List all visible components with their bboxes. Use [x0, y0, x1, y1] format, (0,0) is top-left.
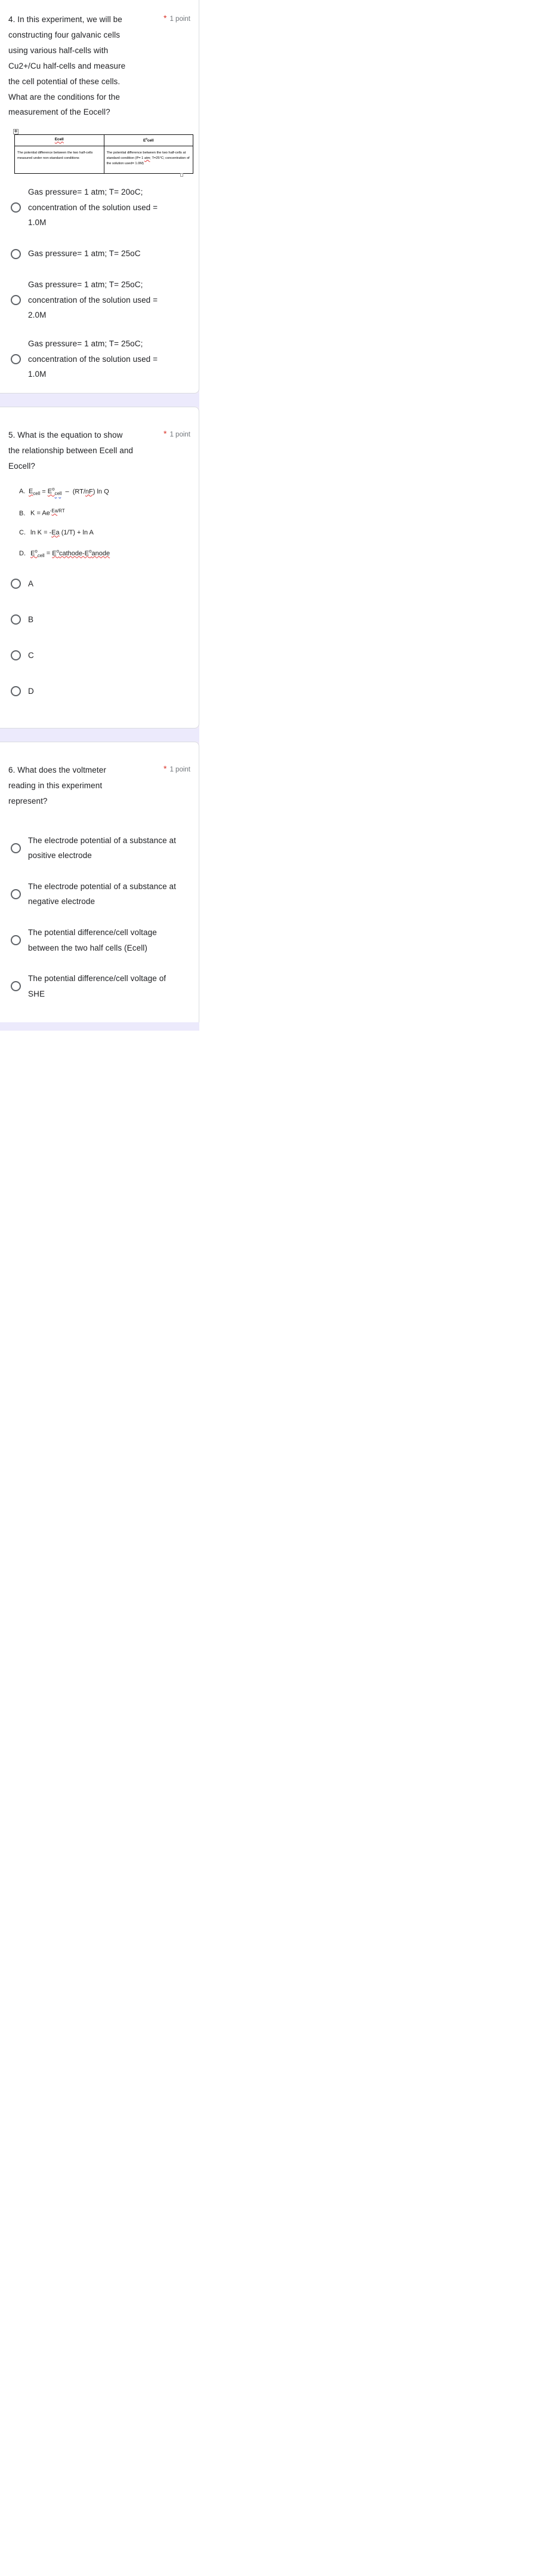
question-5-points: * 1 point — [164, 428, 190, 438]
option-row[interactable]: The electrode potential of a substance a… — [8, 879, 190, 909]
radio-button-icon[interactable] — [11, 202, 21, 213]
radio-button-icon[interactable] — [11, 353, 21, 364]
option-label: The potential difference/cell voltage be… — [28, 928, 157, 952]
option-row[interactable]: The electrode potential of a substance a… — [8, 833, 190, 863]
table-header-ecell: Ecell — [14, 134, 104, 147]
question-5-title: 5. What is the equation to show the rela… — [8, 430, 134, 471]
required-asterisk-icon: * — [164, 13, 167, 23]
points-label: 1 point — [169, 16, 190, 23]
option-row[interactable]: Gas pressure= 1 atm; T= 25oC — [8, 244, 190, 264]
option-row[interactable]: A — [8, 574, 190, 594]
table-cell-e0cell-definition: The potential difference between the two… — [103, 146, 193, 174]
screenshot-root: 4. In this experiment, we will be constr… — [0, 0, 549, 2576]
option-label: The potential difference/cell voltage of… — [28, 974, 166, 998]
points-label: 1 point — [169, 766, 190, 773]
question-card-6: 6. What does the voltmeter reading in th… — [0, 741, 199, 1022]
question-6-header: 6. What does the voltmeter reading in th… — [8, 763, 190, 809]
option-label: C — [28, 650, 34, 660]
radio-button-icon[interactable] — [11, 650, 21, 661]
option-row[interactable]: The potential difference/cell voltage of… — [8, 971, 190, 1001]
question-5-embedded-image: A. Ecell = Eocell – (RT/nF) ln Q B. K = A… — [8, 487, 190, 558]
radio-button-icon[interactable] — [11, 981, 21, 992]
question-card-5: 5. What is the equation to show the rela… — [0, 406, 199, 728]
question-4-header: 4. In this experiment, we will be constr… — [8, 12, 190, 120]
option-label: B — [28, 614, 34, 624]
option-label: Gas pressure= 1 atm; T= 25oC; concentrat… — [28, 280, 158, 320]
option-label: Gas pressure= 1 atm; T= 25oC; concentrat… — [28, 339, 158, 379]
radio-button-icon[interactable] — [11, 843, 21, 853]
radio-button-icon[interactable] — [11, 614, 21, 625]
option-row[interactable]: B — [8, 610, 190, 630]
table-header-e0cell: E0cell — [103, 134, 193, 147]
option-row[interactable]: The potential difference/cell voltage be… — [8, 925, 190, 955]
equation-line-d: D. Eocell = Eocathode-Eoanode — [19, 548, 110, 558]
move-handle-icon: ✚ — [13, 129, 18, 135]
radio-button-icon[interactable] — [11, 579, 21, 589]
image-resize-handle[interactable] — [180, 173, 183, 177]
option-row[interactable]: C — [8, 645, 190, 666]
table-header-row: Ecell E0cell — [14, 134, 193, 147]
option-label: A — [28, 579, 34, 588]
required-asterisk-icon: * — [164, 428, 167, 438]
question-4-embedded-image: ✚ Ecell E0cell The potential difference … — [8, 129, 193, 177]
question-6-points: * 1 point — [164, 763, 190, 773]
radio-button-icon[interactable] — [11, 686, 21, 697]
section-gap — [0, 393, 199, 407]
equation-line-b: B. K = Ae-Ea/RT — [19, 508, 65, 518]
question-6-title: 6. What does the voltmeter reading in th… — [8, 765, 106, 806]
option-label: D — [28, 686, 34, 696]
option-label: Gas pressure= 1 atm; T= 25oC — [28, 249, 141, 259]
question-4-options: Gas pressure= 1 atm; T= 20oC; concentrat… — [8, 185, 190, 382]
radio-button-icon[interactable] — [11, 248, 21, 259]
option-label: The electrode potential of a substance a… — [28, 881, 177, 906]
section-gap-bottom — [0, 1022, 199, 1031]
radio-button-icon[interactable] — [11, 294, 21, 305]
question-card-4: 4. In this experiment, we will be constr… — [0, 0, 199, 394]
option-label: Gas pressure= 1 atm; T= 20oC; concentrat… — [28, 187, 158, 228]
table-cell-ecell-definition: The potential difference between the two… — [14, 146, 104, 174]
radio-button-icon[interactable] — [11, 889, 21, 899]
option-row[interactable]: Gas pressure= 1 atm; T= 25oC; concentrat… — [8, 277, 190, 323]
radio-button-icon[interactable] — [11, 935, 21, 946]
ecell-comparison-table: Ecell E0cell The potential difference be… — [14, 134, 193, 174]
google-form-column: 4. In this experiment, we will be constr… — [0, 0, 199, 1031]
table-row: The potential difference between the two… — [14, 146, 193, 174]
question-4-points: * 1 point — [164, 12, 190, 23]
equation-line-c: C. ln K = -Ea (1/T) + ln A — [19, 529, 94, 537]
question-4-title: 4. In this experiment, we will be constr… — [8, 15, 126, 117]
section-gap — [0, 728, 199, 742]
points-label: 1 point — [169, 431, 190, 438]
option-row[interactable]: Gas pressure= 1 atm; T= 20oC; concentrat… — [8, 185, 190, 230]
option-row[interactable]: Gas pressure= 1 atm; T= 25oC; concentrat… — [8, 336, 190, 382]
option-label: The electrode potential of a substance a… — [28, 835, 177, 860]
equation-line-a: A. Ecell = Eocell – (RT/nF) ln Q — [19, 486, 109, 497]
required-asterisk-icon: * — [164, 763, 167, 773]
question-6-options: The electrode potential of a substance a… — [8, 833, 190, 1002]
question-5-options: A B C D — [8, 574, 190, 702]
option-row[interactable]: D — [8, 681, 190, 702]
question-5-header: 5. What is the equation to show the rela… — [8, 428, 190, 474]
